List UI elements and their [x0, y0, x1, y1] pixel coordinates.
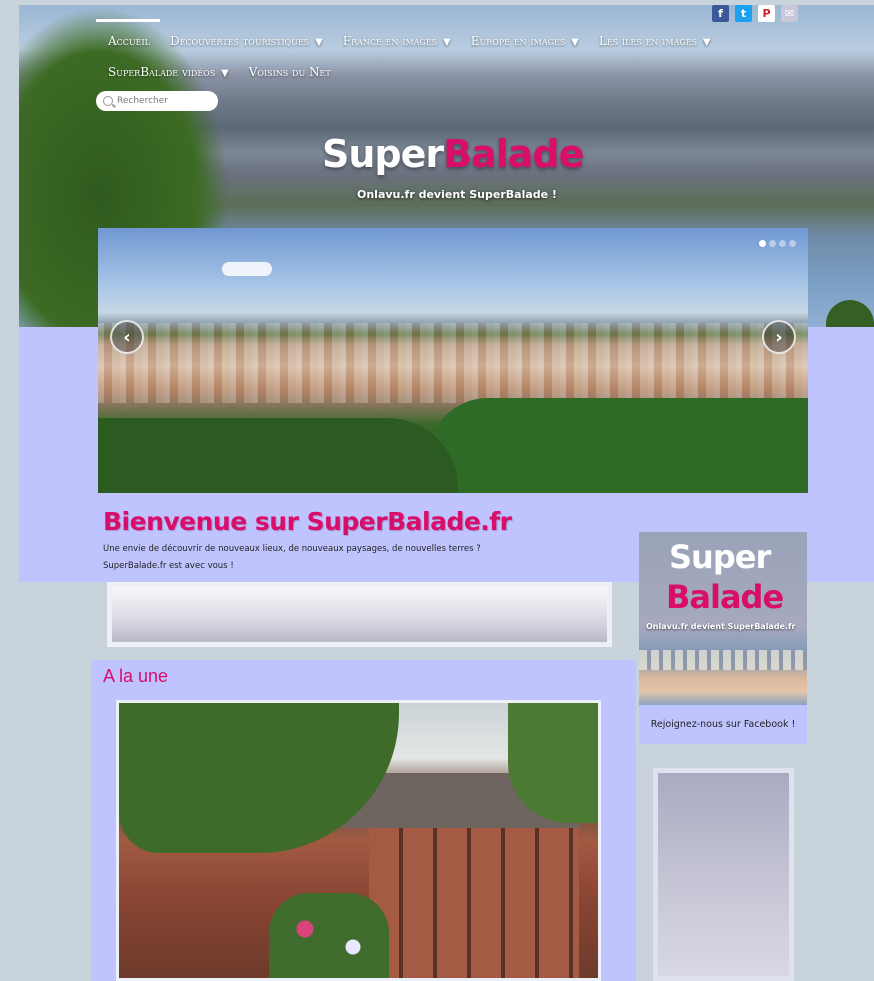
dropdown-arrow-icon: ▼ — [571, 37, 579, 48]
nav-item-decouvertes[interactable]: Découvertes touristiques ▼ — [160, 34, 333, 48]
dropdown-arrow-icon: ▼ — [702, 37, 711, 48]
photo-flowers — [269, 893, 389, 978]
pinterest-icon[interactable]: P — [758, 5, 775, 22]
fb-harbor — [639, 650, 807, 670]
slider-city — [98, 323, 808, 403]
search-box — [96, 91, 218, 111]
facebook-widget-image[interactable]: Super Balade Onlavu.fr devient SuperBala… — [639, 532, 807, 705]
featured-title: A la une — [103, 666, 169, 686]
nav-item-voisins[interactable]: Voisins du Net — [239, 65, 341, 79]
slider-dot[interactable] — [759, 240, 766, 247]
email-icon[interactable]: ✉ — [781, 5, 798, 22]
sidebar-ad-inner — [658, 773, 789, 976]
nav-row-2: SuperBalade vidéos ▼ Voisins du Net — [98, 59, 798, 85]
site-tagline: Onlavu.fr devient SuperBalade ! — [357, 188, 557, 201]
twitter-icon[interactable]: t — [735, 5, 752, 22]
active-nav-indicator — [96, 19, 160, 22]
sidebar-ad[interactable] — [653, 768, 794, 981]
dropdown-arrow-icon: ▼ — [221, 68, 229, 79]
search-icon — [103, 96, 113, 106]
photo-wall — [369, 828, 579, 978]
slider-dot[interactable] — [769, 240, 776, 247]
dropdown-arrow-icon: ▼ — [315, 37, 323, 48]
intro-line-1: Une envie de découvrir de nouveaux lieux… — [103, 544, 481, 554]
intro-line-2: SuperBalade.fr est avec vous ! — [103, 561, 234, 571]
nav-item-videos[interactable]: SuperBalade vidéos ▼ — [98, 65, 239, 79]
social-links: f t P ✉ — [712, 5, 798, 22]
slider-dot[interactable] — [779, 240, 786, 247]
nav-row-1: Accueil Découvertes touristiques ▼ Franc… — [98, 28, 798, 54]
slider-trees — [428, 398, 808, 493]
slider-trees-left — [98, 418, 458, 493]
image-slider[interactable]: ‹ › — [98, 228, 808, 493]
featured-photo[interactable] — [119, 703, 598, 978]
fb-logo-super: Super — [669, 538, 771, 576]
ad-banner[interactable] — [107, 582, 612, 647]
featured-photo-frame[interactable] — [116, 700, 601, 981]
banner-tree — [826, 300, 874, 327]
nav-item-accueil[interactable]: Accueil — [98, 34, 160, 48]
nav-item-france[interactable]: France en images ▼ — [333, 34, 461, 48]
facebook-widget[interactable]: Super Balade Onlavu.fr devient SuperBala… — [639, 532, 807, 744]
slider-prev-button[interactable]: ‹ — [110, 320, 144, 354]
ad-banner-inner — [112, 587, 607, 642]
search-input[interactable] — [117, 96, 212, 106]
slider-dot[interactable] — [789, 240, 796, 247]
facebook-join-link[interactable]: Rejoignez-nous sur Facebook ! — [639, 719, 807, 730]
featured-section: A la une — [91, 660, 636, 981]
slider-cloud — [222, 262, 272, 276]
fb-logo-balade: Balade — [666, 578, 784, 616]
logo-part-super: Super — [322, 132, 444, 176]
slider-dots — [759, 240, 796, 247]
slider-next-button[interactable]: › — [762, 320, 796, 354]
nav-item-iles[interactable]: Les îles en images ▼ — [589, 34, 721, 48]
nav-item-europe[interactable]: Europe en images ▼ — [461, 34, 589, 48]
welcome-title: Bienvenue sur SuperBalade.fr — [103, 507, 512, 536]
main-nav: Accueil Découvertes touristiques ▼ Franc… — [98, 28, 798, 85]
site-logo[interactable]: SuperBalade — [322, 132, 584, 176]
welcome-intro: Une envie de découvrir de nouveaux lieux… — [103, 541, 481, 575]
fb-tagline: Onlavu.fr devient SuperBalade.fr — [646, 622, 796, 631]
photo-leaves — [119, 703, 399, 853]
facebook-icon[interactable]: f — [712, 5, 729, 22]
logo-part-balade: Balade — [443, 132, 584, 176]
dropdown-arrow-icon: ▼ — [443, 37, 451, 48]
